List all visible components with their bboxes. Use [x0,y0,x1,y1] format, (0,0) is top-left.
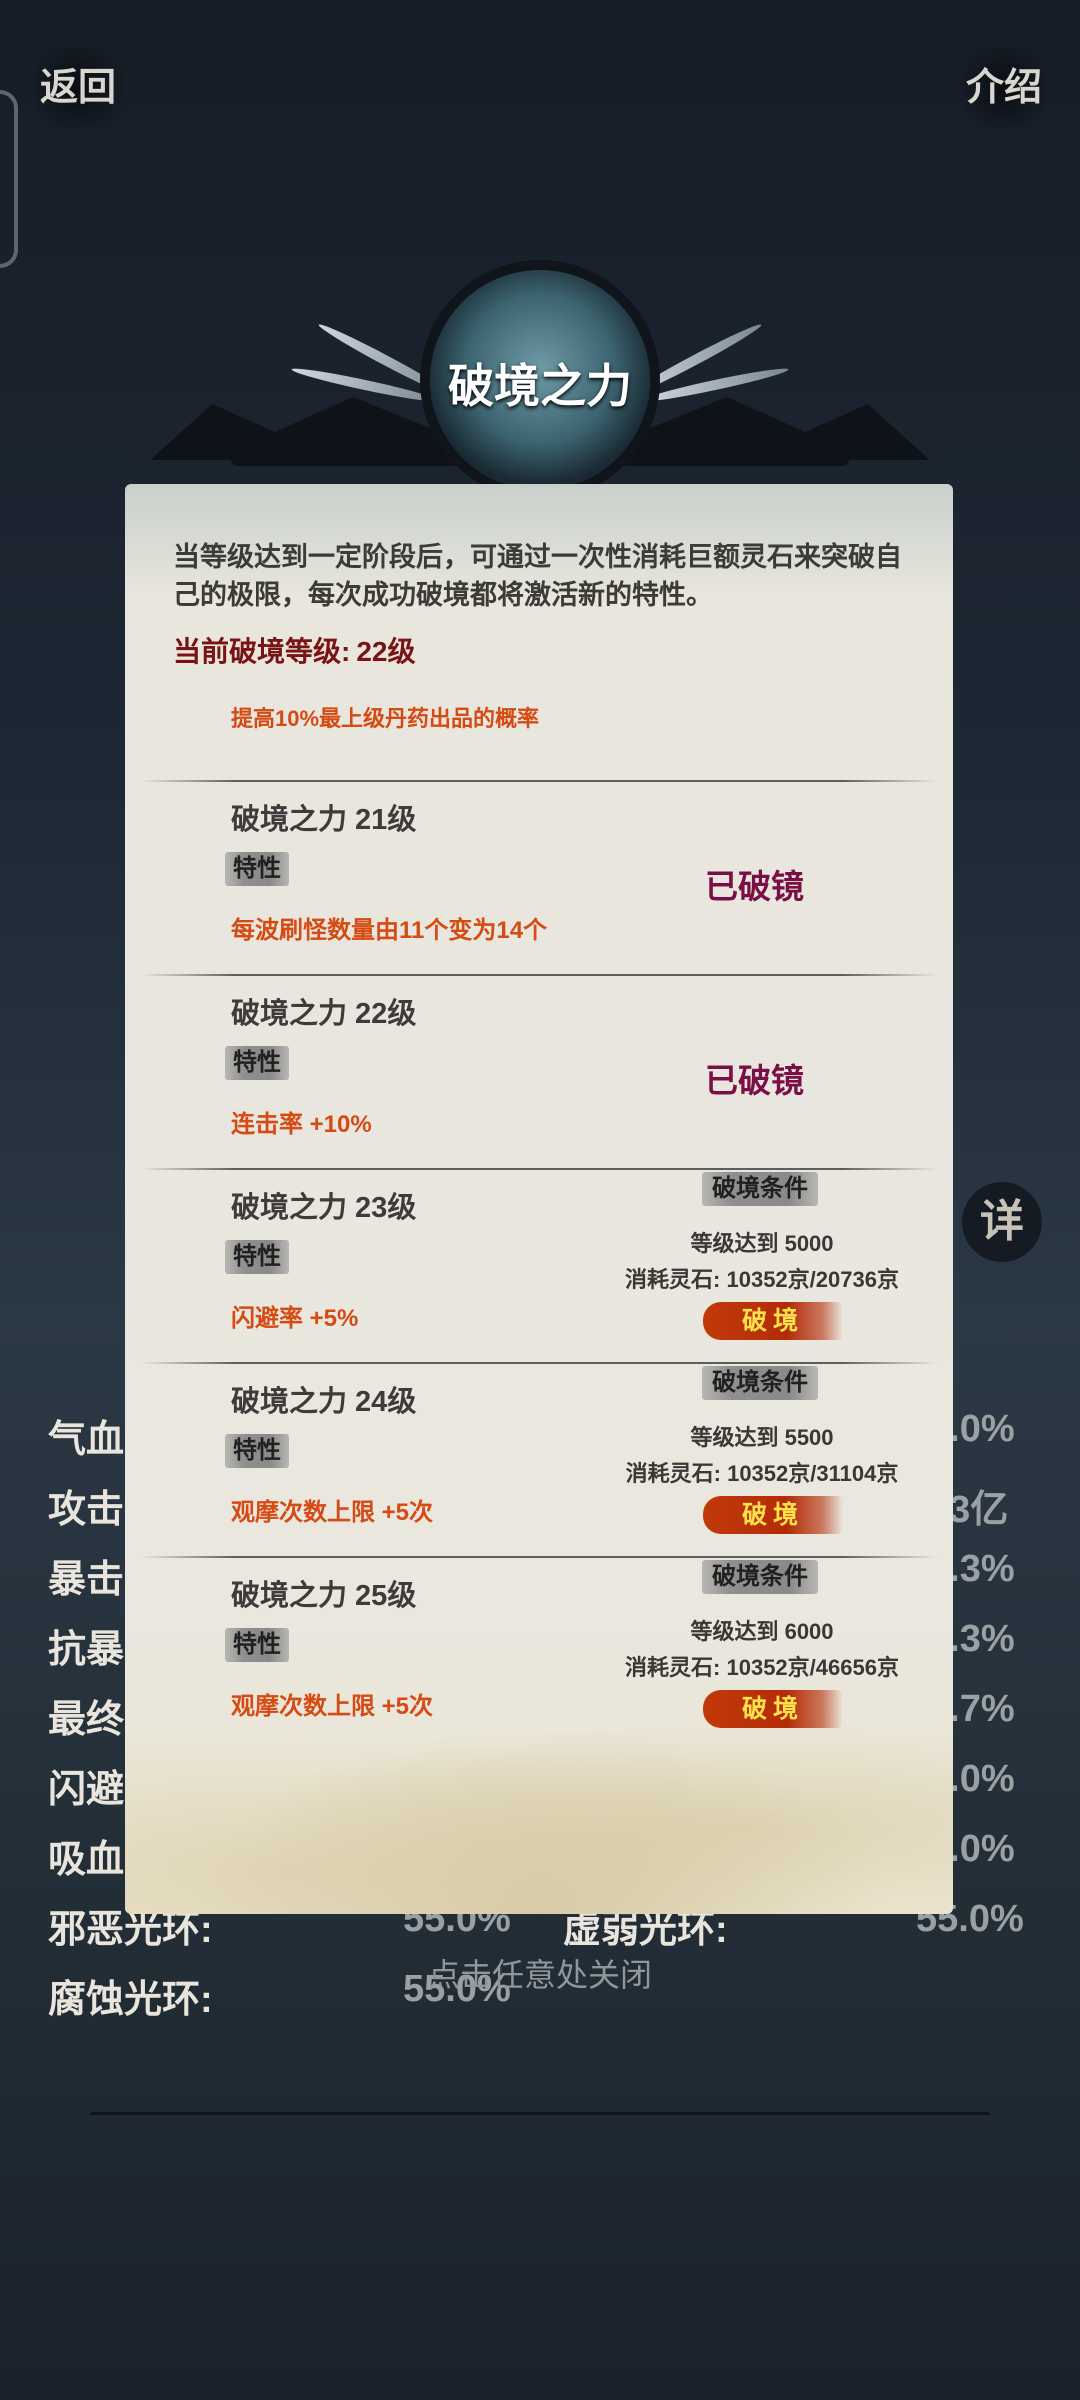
tier-row: 破境之力 22级 特性 连击率 +10% 已破镜 [125,974,953,1168]
broken-status: 已破镜 [705,868,804,905]
tier-row: 破境之力 23级 特性 闪避率 +5% 破境条件 等级达到 5000 消耗灵石:… [125,1168,953,1362]
tier-name: 破境之力 24级 [231,1386,417,1418]
tier-row: 破境之力 21级 特性 每波刷怪数量由11个变为14个 已破镜 [125,780,953,974]
popup-title: 破境之力 [448,360,632,412]
tier-effect: 每波刷怪数量由11个变为14个 [231,917,548,944]
stat-label: 抗暴 [48,1629,125,1671]
tier-row: 破境之力 25级 特性 观摩次数上限 +5次 破境条件 等级达到 6000 消耗… [125,1556,953,1750]
breakthrough-panel[interactable]: 当等级达到一定阶段后，可通过一次性消耗巨额灵石来突破自己的极限，每次成功破境都将… [125,484,953,1914]
required-stone: 消耗灵石: 10352京/31104京 [625,1461,899,1486]
tier-name: 破境之力 21级 [231,804,417,836]
intro-button[interactable]: 介绍 [944,48,1064,128]
tier-name: 破境之力 25级 [231,1580,417,1612]
stat-label: 攻击 [48,1489,125,1531]
required-level: 等级达到 5000 [690,1231,834,1256]
condition-tag: 破境条件 [702,1366,818,1400]
divider [90,2112,990,2115]
back-button[interactable]: 返回 [18,48,138,128]
side-drawer-handle[interactable] [0,90,18,268]
close-hint[interactable]: 点击任意处关闭 [0,1950,1080,1996]
stat-label: 吸血 [48,1839,125,1881]
tier-effect: 闪避率 +5% [231,1305,359,1332]
breakthrough-button[interactable]: 破境 [703,1496,843,1534]
trait-tag: 特性 [225,852,289,886]
condition-tag: 破境条件 [702,1172,818,1206]
required-level: 等级达到 5500 [690,1425,834,1450]
stat-label: 最终 [48,1699,125,1741]
broken-status: 已破镜 [705,1062,804,1099]
popup-header: 破境之力 [130,270,950,490]
trait-tag: 特性 [225,1046,289,1080]
current-level: 当前破境等级: 22级 [173,630,415,670]
tier-name: 破境之力 22级 [231,998,417,1030]
breakthrough-button[interactable]: 破境 [703,1302,843,1340]
stat-label: 气血 [48,1419,125,1461]
tier-name: 破境之力 23级 [231,1192,417,1224]
tier-effect: 观摩次数上限 +5次 [231,1693,434,1720]
partial-effect-text: 提高10%最上级丹药出品的概率 [231,706,540,731]
tier-effect: 连击率 +10% [231,1111,372,1138]
detail-button[interactable]: 详 [962,1182,1042,1262]
stat-label: 暴击 [48,1559,125,1601]
current-level-label: 当前破境等级: [173,636,351,667]
trait-tag: 特性 [225,1434,289,1468]
current-level-value: 22级 [356,636,416,667]
required-stone: 消耗灵石: 10352京/20736京 [625,1267,899,1292]
required-stone: 消耗灵石: 10352京/46656京 [625,1655,899,1680]
trait-tag: 特性 [225,1240,289,1274]
trait-tag: 特性 [225,1628,289,1662]
stat-label: 闪避 [48,1769,125,1811]
tier-row: 破境之力 24级 特性 观摩次数上限 +5次 破境条件 等级达到 5500 消耗… [125,1362,953,1556]
condition-tag: 破境条件 [702,1560,818,1594]
required-level: 等级达到 6000 [690,1619,834,1644]
tier-effect: 观摩次数上限 +5次 [231,1499,434,1526]
description-text: 当等级达到一定阶段后，可通过一次性消耗巨额灵石来突破自己的极限，每次成功破境都将… [173,542,902,610]
breakthrough-button[interactable]: 破境 [703,1690,843,1728]
